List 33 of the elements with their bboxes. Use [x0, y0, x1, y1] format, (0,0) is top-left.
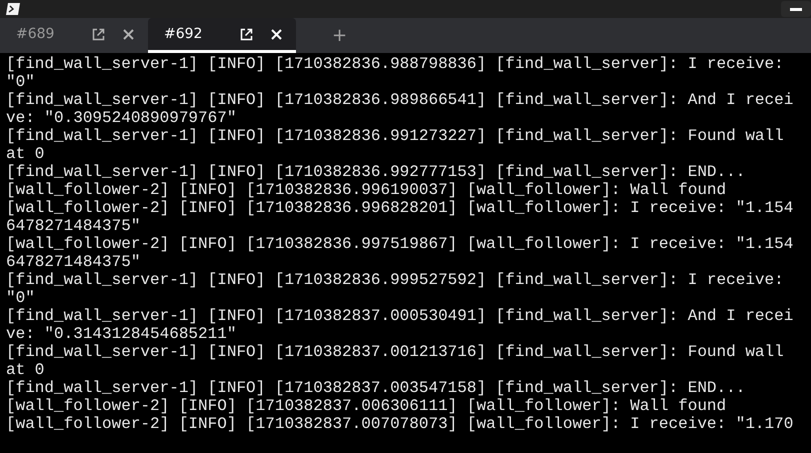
tab-label: #689 — [16, 26, 56, 42]
terminal-line: [find_wall_server-1] [INFO] [1710382837.003547158] [find_wall_server]: END... — [6, 379, 746, 397]
close-icon — [123, 28, 134, 40]
open-external-icon — [240, 28, 253, 40]
minimize-button[interactable] — [781, 1, 811, 17]
terminal-line: "0" — [6, 289, 36, 307]
terminal-line: [wall_follower-2] [INFO] [1710382836.997519867] [wall_follower]: I receive: "1.154 — [6, 235, 794, 253]
terminal-line: at 0 — [6, 361, 46, 379]
terminal-line: [find_wall_server-1] [INFO] [1710382836.992777153] [find_wall_server]: END... — [6, 163, 746, 181]
minimize-icon — [790, 8, 802, 10]
close-tab-button[interactable] — [123, 28, 134, 40]
terminal-line: ve: "0.3143128454685211" — [6, 325, 238, 343]
tab-label: #692 — [164, 26, 204, 42]
terminal-line: [find_wall_server-1] [INFO] [1710382836.999527592] [find_wall_server]: I receive: — [6, 271, 785, 289]
terminal-line: [wall_follower-2] [INFO] [1710382836.996190037] [wall_follower]: Wall found — [6, 181, 728, 199]
terminal-line: [find_wall_server-1] [INFO] [1710382836.989866541] [find_wall_server]: And I recei — [6, 91, 794, 109]
close-icon — [271, 28, 282, 40]
open-external-icon — [92, 28, 105, 40]
terminal-line: [wall_follower-2] [INFO] [1710382837.007078073] [wall_follower]: I receive: "1.170 — [6, 415, 794, 433]
terminal-line: [wall_follower-2] [INFO] [1710382836.996828201] [wall_follower]: I receive: "1.154 — [6, 199, 794, 217]
terminal-line: [find_wall_server-1] [INFO] [1710382837.000530491] [find_wall_server]: And I recei — [6, 307, 794, 325]
terminal-line: [find_wall_server-1] [INFO] [1710382836.991273227] [find_wall_server]: Found wall — [6, 127, 785, 145]
new-tab-button[interactable]: + — [326, 18, 354, 53]
terminal-line: "0" — [6, 73, 36, 91]
terminal-line: [find_wall_server-1] [INFO] [1710382836.988798836] [find_wall_server]: I receive: — [6, 55, 785, 73]
terminal-line: ve: "0.3095240890979767" — [6, 109, 238, 127]
pop-out-button[interactable] — [92, 28, 105, 40]
terminal-line: 6478271484375" — [6, 253, 142, 271]
terminal-line: at 0 — [6, 145, 46, 163]
terminal-icon — [6, 3, 20, 15]
terminal-line: [wall_follower-2] [INFO] [1710382837.006306111] [wall_follower]: Wall found — [6, 397, 728, 415]
terminal-line: [find_wall_server-1] [INFO] [1710382837.001213716] [find_wall_server]: Found wall — [6, 343, 785, 361]
terminal-line: 6478271484375" — [6, 217, 142, 235]
